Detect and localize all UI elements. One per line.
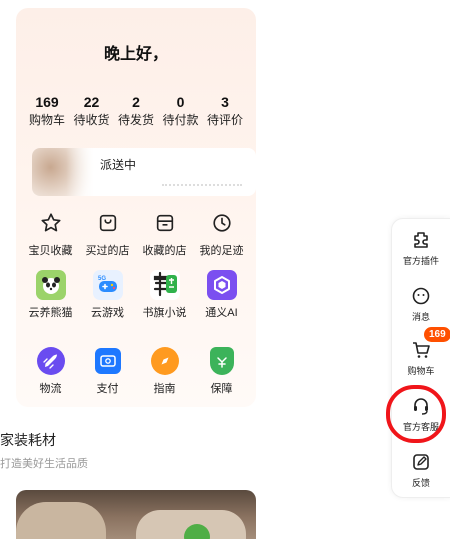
sidebar-cart[interactable]: 169 购物车 [392, 327, 450, 377]
sidebar-feedback[interactable]: 反馈 [392, 451, 450, 489]
cart-icon: 169 [410, 327, 450, 361]
section-title: 家装耗材 [0, 432, 56, 448]
book-icon [149, 270, 180, 300]
shield-icon [209, 347, 234, 375]
store-icon [150, 208, 180, 238]
count-to-pay[interactable]: 0 待付款 [160, 94, 202, 127]
product-thumbnail [32, 148, 94, 196]
floating-sidebar: 官方插件 消息 169 购物车 官方客服 反馈 [391, 218, 450, 498]
cart-count-badge: 169 [424, 327, 450, 342]
highlight-circle [386, 385, 446, 443]
greeting-text: 晚上好， [103, 46, 168, 63]
shortcut-followed-stores[interactable]: 收藏的店 [137, 208, 193, 258]
panda-icon [35, 270, 66, 300]
app-panda[interactable]: 云养熊猫 [23, 270, 79, 320]
edit-icon [410, 451, 432, 473]
ai-icon [206, 270, 237, 300]
delivery-status: 派送中 [100, 158, 137, 172]
count-to-review[interactable]: 3 待评价 [204, 94, 246, 127]
service-row: 物流 支付 指南 保障 [16, 346, 256, 396]
wallet-icon [94, 348, 121, 374]
plugin-icon [410, 229, 432, 251]
service-guide[interactable]: 指南 [137, 346, 193, 396]
product-photo[interactable] [16, 490, 256, 539]
service-protection[interactable]: 保障 [194, 346, 250, 396]
count-to-receive[interactable]: 22 待收货 [71, 94, 113, 127]
clock-icon [207, 208, 237, 238]
delivery-status-card[interactable]: 派送中 [32, 148, 256, 196]
shortcut-footprints[interactable]: 我的足迹 [194, 208, 250, 258]
star-icon [36, 208, 66, 238]
message-icon [410, 285, 432, 307]
section-subtitle: 打造美好生活品质 [0, 458, 88, 470]
account-card: 晚上好， 169 购物车 22 待收货 2 待发货 0 待付款 3 待评价 派送中 宝贝收… [16, 8, 256, 407]
svg-text:5G: 5G [98, 276, 106, 282]
count-to-ship[interactable]: 2 待发货 [115, 94, 157, 127]
sidebar-plugin[interactable]: 官方插件 [392, 229, 450, 267]
shopping-bag-icon [93, 208, 123, 238]
compass-icon [150, 347, 179, 375]
count-cart[interactable]: 169 购物车 [26, 94, 68, 127]
app-cloud-game[interactable]: 5G 云游戏 [80, 270, 136, 320]
service-logistics[interactable]: 物流 [23, 346, 79, 396]
service-payment[interactable]: 支付 [80, 346, 136, 396]
sidebar-messages[interactable]: 消息 [392, 285, 450, 323]
gamepad-icon: 5G [92, 270, 123, 300]
app-tongyi-ai[interactable]: 通义AI [194, 270, 250, 320]
app-shuqi-novel[interactable]: 书旗小说 [137, 270, 193, 320]
shortcut-bought-stores[interactable]: 买过的店 [80, 208, 136, 258]
shortcut-row: 宝贝收藏 买过的店 收藏的店 我的足迹 [16, 208, 256, 258]
order-counts: 169 购物车 22 待收货 2 待发货 0 待付款 3 待评价 [26, 94, 246, 127]
app-row: 云养熊猫 5G 云游戏 书旗小说 通义AI [16, 270, 256, 320]
shortcut-favorites[interactable]: 宝贝收藏 [23, 208, 79, 258]
rocket-icon [36, 347, 65, 375]
progress-dots [162, 184, 242, 186]
